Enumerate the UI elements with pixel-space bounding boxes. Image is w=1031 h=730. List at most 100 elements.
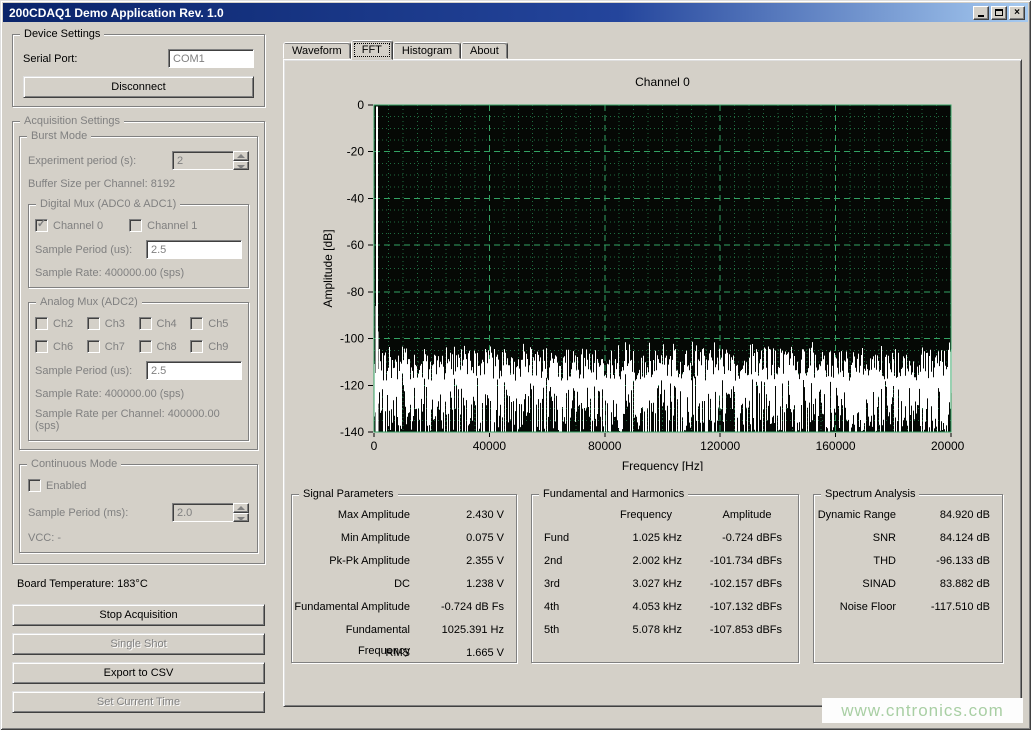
analog-sample-period-input[interactable] (146, 361, 242, 380)
analog-ch9-checkbox[interactable] (190, 340, 203, 353)
analog-ch6-label: Ch6 (53, 341, 73, 353)
analog-mux-channels: Ch2Ch3Ch4Ch5Ch6Ch7Ch8Ch9 (35, 317, 242, 353)
svg-text:Amplitude [dB]: Amplitude [dB] (321, 229, 335, 307)
spin-down-icon[interactable] (233, 513, 249, 523)
tab-strip: WaveformFFTHistogramAbout (283, 40, 1022, 59)
svg-text:40000: 40000 (473, 439, 507, 453)
disconnect-button[interactable]: Disconnect (23, 76, 254, 98)
harmonics-title: Fundamental and Harmonics (539, 488, 688, 500)
chart-title: Channel 0 (374, 75, 951, 89)
analog-ch9-label: Ch9 (208, 341, 228, 353)
analog-ch7-item: Ch7 (87, 340, 139, 353)
right-panel: WaveformFFTHistogramAbout Channel 0 0 400… (283, 40, 1022, 707)
channel-1-checkbox[interactable] (129, 219, 142, 232)
experiment-period-row: Experiment period (s): (28, 151, 249, 170)
signal-parameters-title: Signal Parameters (299, 488, 398, 500)
tab-waveform[interactable]: Waveform (283, 42, 351, 59)
maximize-icon (995, 9, 1003, 16)
harmonics-rows: FrequencyAmplitudeFund1.025 kHz-0.724 dB… (532, 505, 798, 643)
vcc-text: VCC: - (28, 532, 249, 544)
single-shot-button[interactable]: Single Shot (12, 633, 265, 655)
tab-histogram[interactable]: Histogram (393, 42, 461, 59)
analog-ch3-checkbox[interactable] (87, 317, 100, 330)
check-icon: ✓ (37, 219, 46, 230)
svg-text:-100: -100 (340, 332, 364, 346)
param-value: 2.430 V (424, 505, 516, 528)
spectrum-label: Dynamic Range (814, 505, 910, 528)
harmonic-frequency: 5.078 kHz (596, 620, 696, 643)
harmonic-frequency: 1.025 kHz (596, 528, 696, 551)
burst-mode-title: Burst Mode (27, 130, 91, 142)
spin-down-icon[interactable] (233, 161, 249, 171)
analog-ch3-label: Ch3 (105, 318, 125, 330)
harmonics-col-frequency: Frequency (596, 505, 696, 528)
spectrum-value: 84.920 dB (910, 505, 1002, 528)
param-label: Pk-Pk Amplitude (292, 551, 424, 574)
fft-chart: 040000800001200001600002000000-20-40-60-… (316, 99, 964, 471)
spectrum-label: THD (814, 551, 910, 574)
enabled-checkbox[interactable] (28, 479, 41, 492)
window-controls: × (973, 6, 1028, 20)
tab-fft[interactable]: FFT (351, 40, 393, 60)
svg-text:200000: 200000 (931, 439, 964, 453)
digital-sample-period-input[interactable] (146, 240, 242, 259)
export-to-csv-button[interactable]: Export to CSV (12, 662, 265, 684)
channel-1-label: Channel 1 (147, 220, 197, 232)
param-value: 1.665 V (424, 643, 516, 666)
stop-acquisition-button[interactable]: Stop Acquisition (12, 604, 265, 626)
param-label: Fundamental Amplitude (292, 597, 424, 620)
tab-about[interactable]: About (461, 42, 508, 59)
analog-ch5-label: Ch5 (208, 318, 228, 330)
digital-mux-group: Digital Mux (ADC0 & ADC1) ✓ Channel 0 Ch… (28, 204, 249, 288)
continuous-sample-period-input[interactable] (172, 503, 234, 522)
analog-ch7-checkbox[interactable] (87, 340, 100, 353)
spectrum-label: SNR (814, 528, 910, 551)
enabled-item: Enabled (28, 479, 86, 492)
continuous-sample-period-row: Sample Period (ms): (28, 503, 249, 522)
param-label: Fundamental Frequency (292, 620, 424, 643)
spectrum-label: Noise Floor (814, 597, 910, 620)
minimize-icon (978, 15, 984, 17)
svg-text:Frequency [Hz]: Frequency [Hz] (622, 459, 703, 471)
harmonics-corner (544, 505, 596, 528)
maximize-button[interactable] (991, 6, 1007, 20)
window-title: 200CDAQ1 Demo Application Rev. 1.0 (9, 6, 224, 20)
analog-ch2-item: Ch2 (35, 317, 87, 330)
analog-sample-rate-text: Sample Rate: 400000.00 (sps) (35, 388, 242, 400)
harmonic-name: Fund (544, 528, 596, 551)
svg-text:80000: 80000 (588, 439, 622, 453)
analog-ch8-item: Ch8 (139, 340, 191, 353)
channel-1-item: Channel 1 (129, 219, 197, 232)
spin-up-icon[interactable] (233, 503, 249, 513)
minimize-button[interactable] (973, 6, 989, 20)
analog-ch9-item: Ch9 (190, 340, 242, 353)
analog-ch5-item: Ch5 (190, 317, 242, 330)
channel-0-item: ✓ Channel 0 (35, 219, 103, 232)
signal-parameters-group: Signal Parameters Max Amplitude2.430 VMi… (291, 494, 517, 663)
svg-text:160000: 160000 (816, 439, 856, 453)
analog-mux-title: Analog Mux (ADC2) (36, 296, 142, 308)
harmonic-name: 4th (544, 597, 596, 620)
analog-ch4-checkbox[interactable] (139, 317, 152, 330)
analog-ch2-label: Ch2 (53, 318, 73, 330)
param-value: 1025.391 Hz (424, 620, 516, 643)
serial-port-row: Serial Port: (23, 49, 254, 68)
experiment-period-input[interactable] (172, 151, 234, 170)
analog-ch6-checkbox[interactable] (35, 340, 48, 353)
serial-port-input[interactable] (168, 49, 254, 68)
spin-up-icon[interactable] (233, 151, 249, 161)
analog-ch5-checkbox[interactable] (190, 317, 203, 330)
harmonic-amplitude: -107.853 dBFs (696, 620, 798, 643)
svg-text:0: 0 (357, 99, 364, 112)
analog-ch8-label: Ch8 (157, 341, 177, 353)
spectrum-analysis-rows: Dynamic Range84.920 dBSNR84.124 dBTHD-96… (814, 505, 1002, 620)
harmonic-amplitude: -107.132 dBFs (696, 597, 798, 620)
close-button[interactable]: × (1009, 6, 1025, 20)
set-current-time-button[interactable]: Set Current Time (12, 691, 265, 713)
param-value: 2.355 V (424, 551, 516, 574)
param-label: Max Amplitude (292, 505, 424, 528)
analog-ch2-checkbox[interactable] (35, 317, 48, 330)
analog-ch8-checkbox[interactable] (139, 340, 152, 353)
harmonic-frequency: 4.053 kHz (596, 597, 696, 620)
channel-0-checkbox[interactable]: ✓ (35, 219, 48, 232)
